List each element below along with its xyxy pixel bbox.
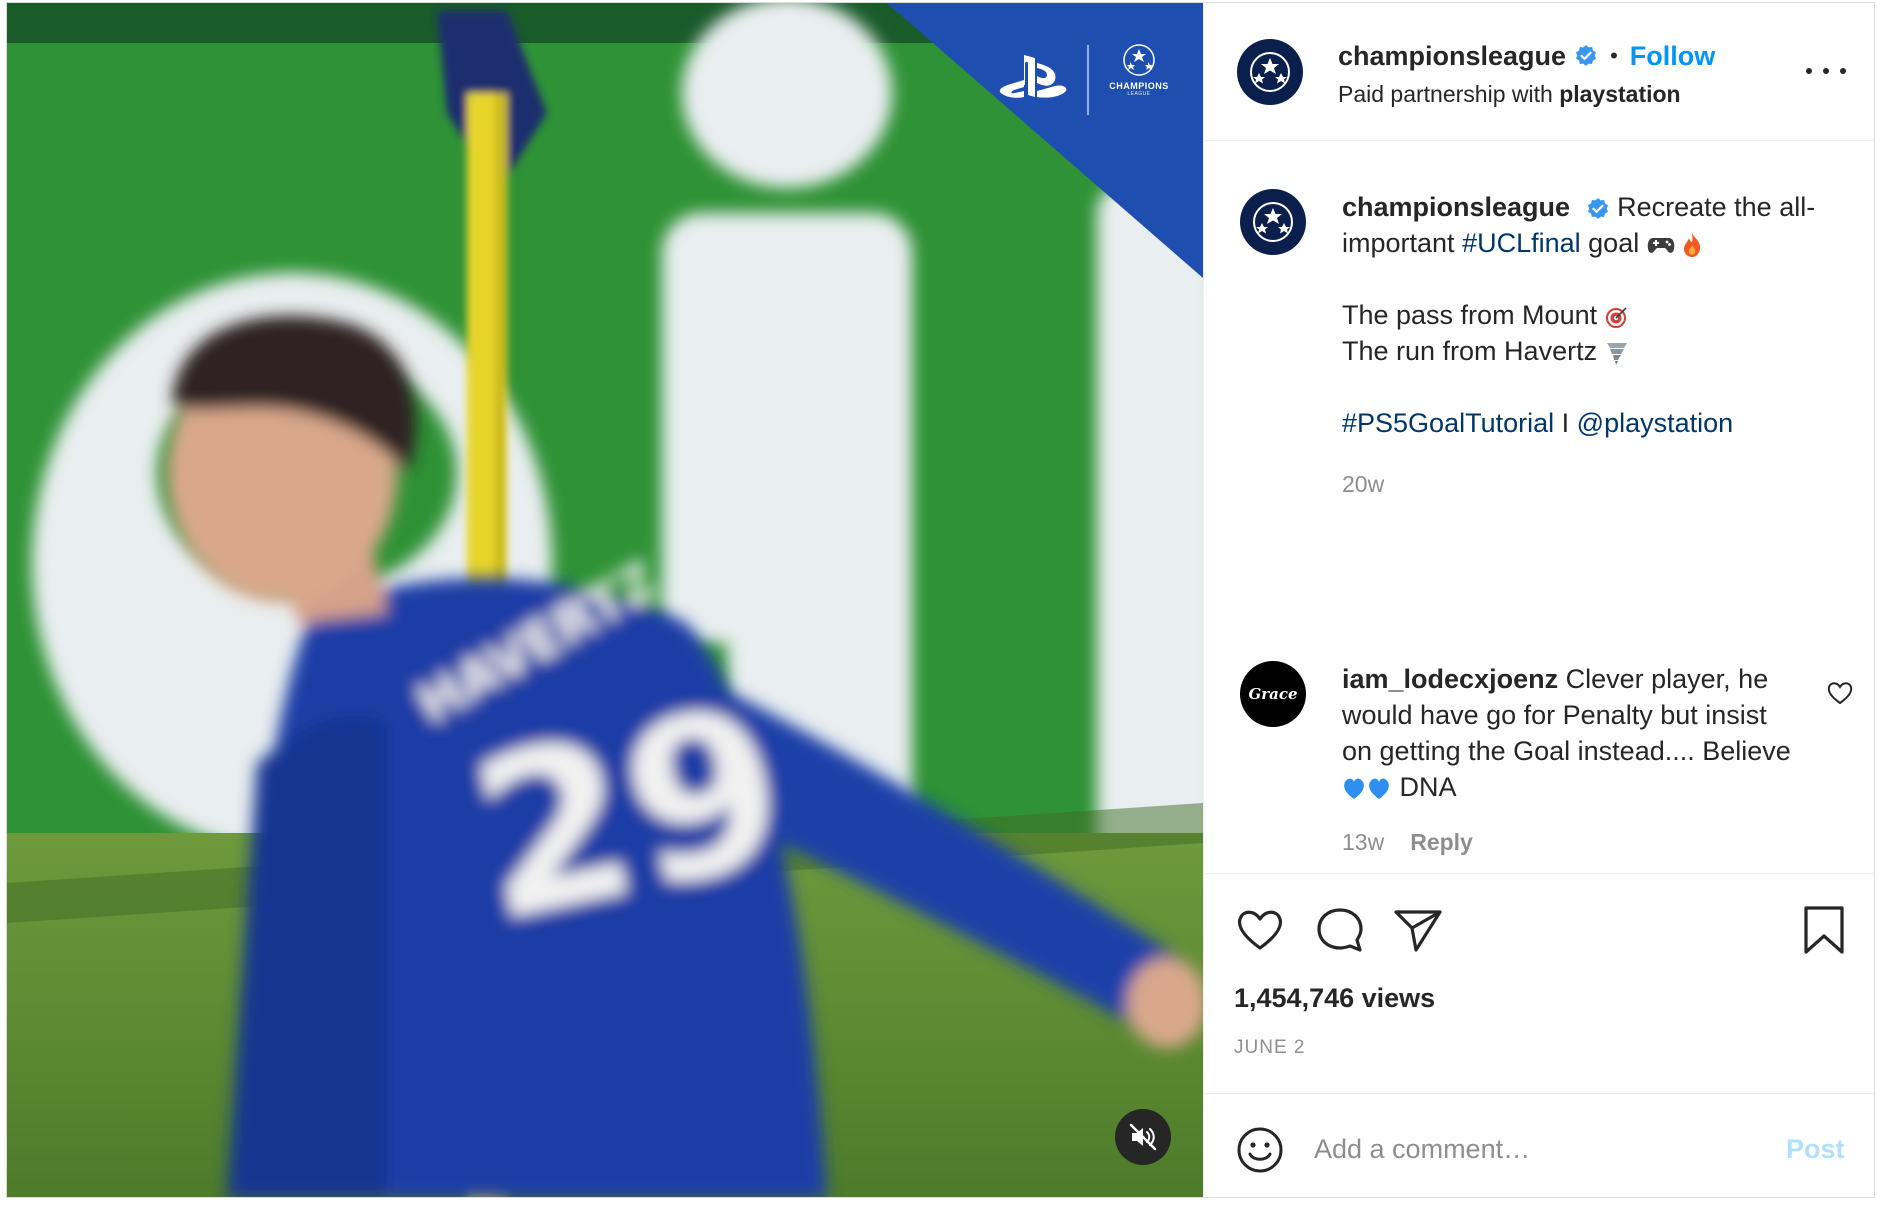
- caption-first-paragraph: championsleague Recreate the all-importa…: [1342, 189, 1842, 261]
- video-frame-image: 29 HAVERTZ: [7, 3, 1203, 1197]
- bookmark-icon[interactable]: [1798, 904, 1850, 956]
- paper-plane-icon[interactable]: [1392, 904, 1444, 956]
- more-dot: [1806, 68, 1812, 74]
- starball-icon: [1250, 52, 1290, 92]
- caption-tags-row: #PS5GoalTutorial I @playstation: [1342, 405, 1842, 441]
- mention-playstation[interactable]: @playstation: [1577, 408, 1734, 438]
- comment-meta: 13w Reply: [1342, 829, 1473, 856]
- post-header: championsleague • Follow Paid partnershi…: [1204, 3, 1874, 141]
- fire-icon: [1684, 232, 1701, 257]
- comment-item: Grace iam_lodecxjoenz Clever player, he …: [1204, 519, 1874, 855]
- caption-username[interactable]: championsleague: [1342, 192, 1570, 222]
- post-video[interactable]: 29 HAVERTZ CHAMPIONS LEAGUE: [7, 3, 1203, 1197]
- speaker-muted-icon: [1129, 1123, 1157, 1151]
- caption-line1-suffix: goal: [1588, 228, 1640, 258]
- commenter-username[interactable]: iam_lodecxjoenz: [1342, 664, 1558, 694]
- caption-line3: The run from Havertz: [1342, 336, 1598, 366]
- brand-divider: [1087, 45, 1089, 115]
- ucl-logo-text: CHAMPIONS: [1109, 81, 1169, 91]
- caption-line2-row: The pass from Mount: [1342, 297, 1842, 333]
- follow-button[interactable]: Follow: [1630, 41, 1715, 72]
- caption-line3-row: The run from Havertz: [1342, 333, 1842, 369]
- blue-hearts-icon: [1344, 778, 1389, 799]
- commenter-avatar[interactable]: Grace: [1240, 661, 1306, 727]
- smiley-icon[interactable]: [1234, 1124, 1286, 1176]
- bullseye-icon: [1605, 307, 1627, 328]
- more-options-icon[interactable]: [1806, 59, 1846, 83]
- starball-icon: [1123, 44, 1155, 76]
- game-controller-icon: [1647, 237, 1674, 253]
- comment-like-heart-icon[interactable]: [1826, 679, 1854, 707]
- ucl-logo-subtext: LEAGUE: [1127, 91, 1151, 97]
- view-count[interactable]: 1,454,746 views: [1234, 983, 1435, 1014]
- heart-icon[interactable]: [1234, 904, 1286, 956]
- starball-icon: [1253, 202, 1293, 242]
- separator-dot: •: [1610, 43, 1618, 68]
- reply-button[interactable]: Reply: [1410, 829, 1473, 856]
- caption-timestamp[interactable]: 20w: [1342, 471, 1384, 498]
- post-date[interactable]: JUNE 2: [1234, 1037, 1305, 1059]
- partnership-label: Paid partnership with playstation: [1338, 81, 1681, 108]
- tornado-icon: [1606, 342, 1627, 365]
- comment-timestamp[interactable]: 13w: [1342, 829, 1384, 856]
- action-bar: [1204, 873, 1874, 954]
- more-dot: [1840, 68, 1846, 74]
- hashtag-ps5goaltutorial[interactable]: #PS5GoalTutorial: [1342, 408, 1554, 438]
- post-side-panel: championsleague • Follow Paid partnershi…: [1203, 3, 1874, 1197]
- comment-body-end: DNA: [1399, 772, 1457, 802]
- comment-text: iam_lodecxjoenz Clever player, he would …: [1342, 661, 1802, 805]
- ucl-logo: CHAMPIONS LEAGUE: [1099, 43, 1179, 119]
- mute-button[interactable]: [1115, 1109, 1171, 1165]
- header-title-row: championsleague • Follow: [1338, 39, 1715, 73]
- verified-badge-icon: [1576, 45, 1597, 66]
- caption-author-avatar[interactable]: [1240, 189, 1306, 255]
- author-avatar[interactable]: [1237, 39, 1303, 105]
- comment-bubble-icon[interactable]: [1314, 904, 1366, 956]
- comment-input[interactable]: [1314, 1124, 1754, 1174]
- commenter-avatar-text: Grace: [1248, 685, 1298, 703]
- more-dot: [1823, 68, 1829, 74]
- author-username[interactable]: championsleague: [1338, 41, 1566, 72]
- post-comment-button[interactable]: Post: [1786, 1134, 1845, 1165]
- partnership-prefix: Paid partnership with: [1338, 81, 1553, 107]
- playstation-logo-icon: [999, 55, 1067, 98]
- caption-text: championsleague Recreate the all-importa…: [1342, 189, 1842, 441]
- add-comment-bar: Post: [1204, 1093, 1874, 1197]
- verified-badge-icon: [1587, 197, 1608, 219]
- caption-separator: I: [1561, 408, 1570, 438]
- sponsor-branding: CHAMPIONS LEAGUE: [983, 43, 1183, 123]
- hashtag-uclfinal[interactable]: #UCLfinal: [1462, 228, 1581, 258]
- post-modal: 29 HAVERTZ CHAMPIONS LEAGUE championslea…: [6, 2, 1875, 1198]
- caption-line2: The pass from Mount: [1342, 300, 1598, 330]
- partner-link[interactable]: playstation: [1559, 81, 1680, 107]
- page-frame: 29 HAVERTZ CHAMPIONS LEAGUE championslea…: [0, 0, 1896, 1212]
